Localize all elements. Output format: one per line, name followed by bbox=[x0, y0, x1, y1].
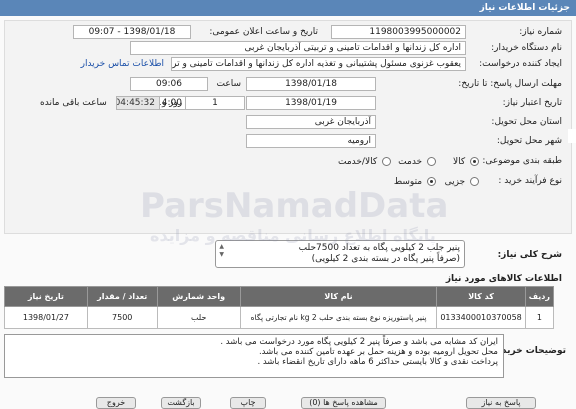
col-name: نام کالا bbox=[239, 286, 438, 307]
radio-empty-icon bbox=[427, 157, 436, 166]
cell-code: 0133400010370058 bbox=[436, 306, 526, 329]
send-time-field: 09:06 bbox=[130, 77, 208, 91]
remaining-time-field: 04:45:32 bbox=[116, 96, 160, 110]
radio-empty-icon bbox=[470, 177, 479, 186]
buyer-field: اداره کل زندانها و اقدامات تامینی و تربی… bbox=[130, 41, 466, 55]
goods-header-row: ردیف کد کالا نام کالا واحد شمارش تعداد /… bbox=[4, 286, 555, 307]
radio-selected-icon bbox=[470, 157, 479, 166]
send-time-label: ساعت bbox=[216, 79, 242, 89]
process-label: نوع فرآیند خرید : bbox=[498, 176, 562, 186]
category-option-goods: کالا bbox=[452, 157, 466, 167]
province-field: آذربایجان غربی bbox=[246, 115, 376, 129]
city-label: شهر محل تحویل: bbox=[496, 136, 562, 146]
category-option-both: کالا/خدمت bbox=[337, 157, 378, 167]
validity-date-field: 1398/01/19 bbox=[246, 96, 376, 110]
goods-title: اطلاعات کالاهای مورد نیاز bbox=[445, 274, 562, 284]
back-button[interactable]: بازگشت bbox=[161, 397, 201, 409]
need-summary-line1: پنیر جلب 2 کیلویی پگاه به تعداد 7500حلب bbox=[298, 243, 460, 253]
need-summary-label: شرح کلی نیاز: bbox=[497, 250, 562, 260]
days-label: روز و bbox=[162, 98, 183, 108]
need-summary-line2: (صرفاً پنیر پگاه در بسته بندی 2 کیلویی) bbox=[311, 254, 460, 264]
buyer-note-line: ایران کد مشابه می باشد و صرفاً پنیر 2 کی… bbox=[220, 337, 498, 347]
announce-label: تاریخ و ساعت اعلان عمومی: bbox=[209, 27, 318, 37]
window-title: جزئیات اطلاعات نیاز bbox=[0, 0, 576, 16]
days-field: 1 bbox=[185, 96, 245, 110]
category-radio-goods[interactable]: کالا bbox=[453, 156, 479, 168]
remaining-label: ساعت باقی مانده bbox=[40, 98, 107, 108]
goods-table: ردیف کد کالا نام کالا واحد شمارش تعداد /… bbox=[4, 286, 555, 329]
process-radio-medium[interactable]: متوسط bbox=[394, 176, 436, 188]
cell-unit: حلب bbox=[156, 306, 241, 329]
process-radio-minor[interactable]: جزیی bbox=[445, 176, 479, 188]
filler bbox=[568, 129, 576, 143]
cell-qty: 7500 bbox=[86, 306, 158, 329]
radio-selected-icon bbox=[427, 177, 436, 186]
need-number-field: 1198003995000002 bbox=[331, 25, 466, 39]
col-code: کد کالا bbox=[436, 286, 526, 307]
scroll-arrows-icon[interactable]: ▲ ▼ bbox=[218, 243, 224, 265]
cell-name: پنیر پاستوریزه نوع بسته بندی حلب 2 kg نا… bbox=[239, 306, 438, 329]
process-option-minor: جزیی bbox=[444, 177, 466, 187]
buyer-note-line: محل تحویل ارومیه بوده و هزینه حمل بر عهد… bbox=[258, 347, 498, 357]
view-replies-button[interactable]: مشاهده پاسخ ها (0) bbox=[301, 397, 386, 409]
category-radio-both[interactable]: کالا/خدمت bbox=[338, 156, 391, 168]
print-button[interactable]: چاپ bbox=[230, 397, 266, 409]
need-number-label: شماره نیاز: bbox=[519, 27, 562, 37]
category-radio-service[interactable]: خدمت bbox=[398, 156, 436, 168]
city-field: ارومیه bbox=[246, 134, 376, 148]
buyer-notes-box: ایران کد مشابه می باشد و صرفاً پنیر 2 کی… bbox=[4, 334, 504, 378]
col-row: ردیف bbox=[524, 286, 555, 307]
validity-label: تاریخ اعتبار نیاز: bbox=[502, 98, 562, 108]
col-qty: تعداد / مقدار bbox=[86, 286, 158, 307]
col-unit: واحد شمارش bbox=[156, 286, 241, 307]
table-row[interactable]: 1 0133400010370058 پنیر پاستوریزه نوع بس… bbox=[4, 306, 555, 329]
exit-button[interactable]: خروج bbox=[96, 397, 136, 409]
creator-field: یعقوب غزنوی مسئول پشتیبانی و تغذیه اداره… bbox=[171, 57, 466, 71]
process-option-medium: متوسط bbox=[393, 177, 423, 187]
send-deadline-label: مهلت ارسال پاسخ: تا تاریخ: bbox=[458, 79, 562, 89]
buyer-note-line: پرداخت نقدی و کالا بایستی حداکثر 6 ماهه … bbox=[257, 357, 498, 367]
announce-field: 1398/01/18 - 09:07 bbox=[73, 25, 191, 39]
col-date: تاریخ نیاز bbox=[4, 286, 88, 307]
province-label: استان محل تحویل: bbox=[491, 117, 562, 127]
buyer-label: نام دستگاه خریدار: bbox=[491, 43, 562, 53]
need-summary-box: پنیر جلب 2 کیلویی پگاه به تعداد 7500حلب … bbox=[215, 240, 465, 268]
category-label: طبقه بندی موضوعی: bbox=[482, 156, 562, 166]
radio-empty-icon bbox=[382, 157, 391, 166]
buyer-contact-link[interactable]: اطلاعات تماس خریدار bbox=[81, 59, 164, 69]
cell-date: 1398/01/27 bbox=[4, 306, 88, 329]
reply-button[interactable]: پاسخ به نیاز bbox=[466, 397, 536, 409]
creator-label: ایجاد کننده درخواست: bbox=[479, 59, 562, 69]
cell-row: 1 bbox=[524, 306, 555, 329]
send-date-field: 1398/01/18 bbox=[246, 77, 376, 91]
category-option-service: خدمت bbox=[398, 157, 423, 167]
